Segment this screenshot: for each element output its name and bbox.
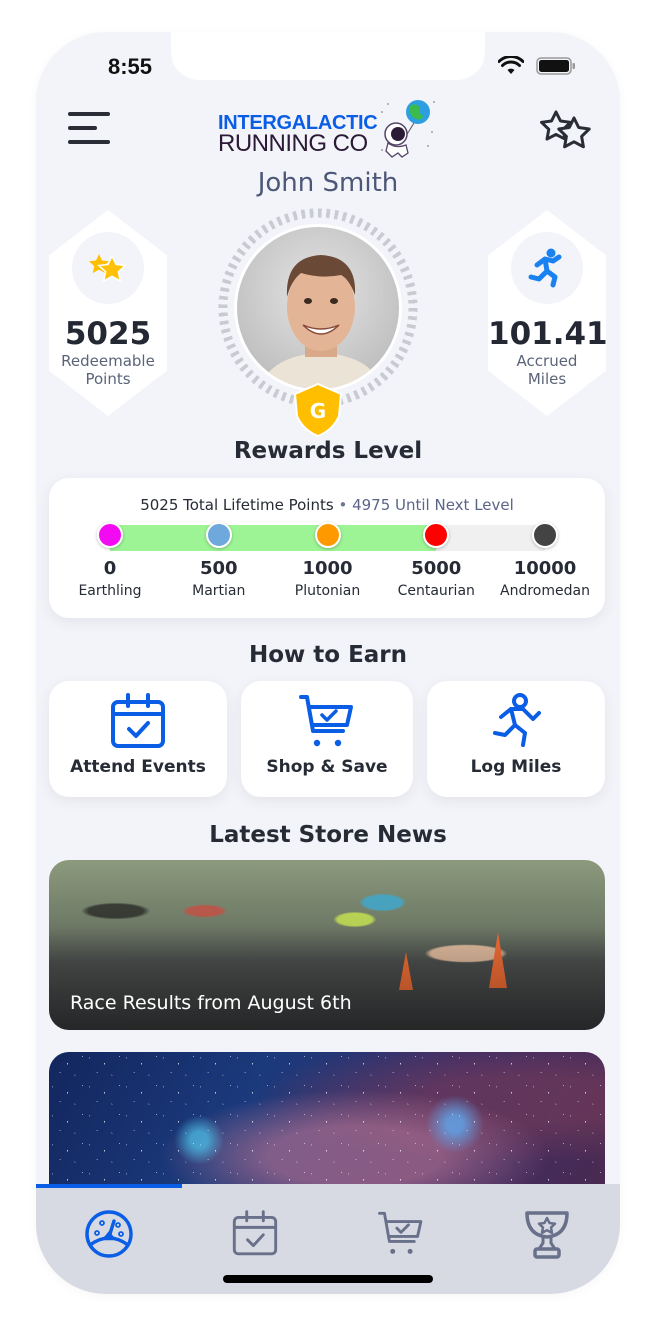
astronaut-globe-icon (381, 100, 435, 158)
calendar-check-icon (232, 1210, 278, 1256)
profile-photo (258, 255, 384, 389)
status-icons (498, 56, 576, 76)
level-marker-andromedan: 10000 Andromedan (490, 522, 600, 599)
news-card-race-results[interactable]: Race Results from August 6th (49, 860, 605, 1030)
rewards-level-title: Rewards Level (233, 438, 423, 464)
active-tab-indicator (36, 1184, 182, 1188)
battery-icon (536, 57, 575, 75)
user-name: John Smith (257, 168, 399, 198)
redeemable-points-stat[interactable]: 5025 Redeemable Points (49, 210, 167, 416)
speedometer-icon (85, 1210, 133, 1258)
svg-text:G: G (310, 399, 326, 423)
status-time: 8:55 (108, 54, 153, 79)
attend-events-button[interactable]: Attend Events (49, 681, 227, 797)
cart-check-icon (378, 1211, 423, 1254)
phone-screen: 8:55 INTERGALACTIC RUNNING CO John Smith… (36, 32, 620, 1294)
rewards-level-card: 5025 Total Lifetime Points • 4975 Until … (49, 478, 605, 618)
stars-icon (89, 254, 127, 283)
points-until-next-text: 4975 Until Next Level (352, 496, 514, 514)
level-dot (205, 522, 232, 548)
points-value: 5025 (64, 316, 152, 352)
level-dot (423, 522, 450, 548)
trophy-star-icon (525, 1211, 569, 1259)
miles-label: Accrued Miles (516, 352, 578, 388)
tier-shield-badge: G (293, 382, 343, 438)
level-marker-plutonian: 1000 Plutonian (273, 522, 383, 599)
level-marker-earthling: 0 Earthling (55, 522, 165, 599)
news-title: Race Results from August 6th (70, 992, 352, 1014)
hamburger-menu-icon (68, 112, 110, 116)
notch (171, 32, 485, 80)
home-indicator (223, 1275, 433, 1283)
logo-line2: RUNNING CO (218, 130, 368, 157)
how-to-earn-title: How to Earn (248, 642, 408, 668)
menu-button[interactable] (68, 112, 110, 146)
level-marker-centaurian: 5000 Centaurian (381, 522, 491, 599)
log-miles-label: Log Miles (470, 757, 562, 777)
level-dot (97, 522, 123, 548)
wifi-icon (498, 56, 524, 74)
runner-icon (528, 248, 562, 288)
level-dot (314, 522, 341, 548)
attend-events-label: Attend Events (70, 757, 206, 777)
rewards-summary: 5025 Total Lifetime Points • 4975 Until … (140, 496, 514, 514)
runner-icon (493, 693, 541, 747)
tab-rewards[interactable] (474, 1204, 620, 1264)
level-dot (532, 522, 558, 548)
brand-logo[interactable]: INTERGALACTIC RUNNING CO (218, 98, 438, 162)
tab-shop[interactable] (328, 1204, 474, 1264)
latest-store-news-title: Latest Store News (209, 822, 447, 848)
lifetime-points-text: 5025 Total Lifetime Points (140, 496, 334, 514)
two-stars-outline-icon (540, 110, 591, 149)
level-marker-martian: 500 Martian (164, 522, 274, 599)
tab-dashboard[interactable] (36, 1204, 182, 1264)
shop-and-save-label: Shop & Save (266, 757, 388, 777)
tab-events[interactable] (182, 1204, 328, 1264)
avatar[interactable] (234, 224, 402, 392)
accrued-miles-stat[interactable]: 101.41 Accrued Miles (488, 210, 606, 416)
cart-check-icon (299, 695, 353, 747)
log-miles-button[interactable]: Log Miles (427, 681, 605, 797)
points-label: Redeemable Points (61, 352, 155, 388)
favorites-button[interactable] (540, 108, 594, 152)
calendar-check-icon (111, 693, 165, 748)
miles-value: 101.41 (488, 316, 608, 352)
shop-and-save-button[interactable]: Shop & Save (241, 681, 413, 797)
